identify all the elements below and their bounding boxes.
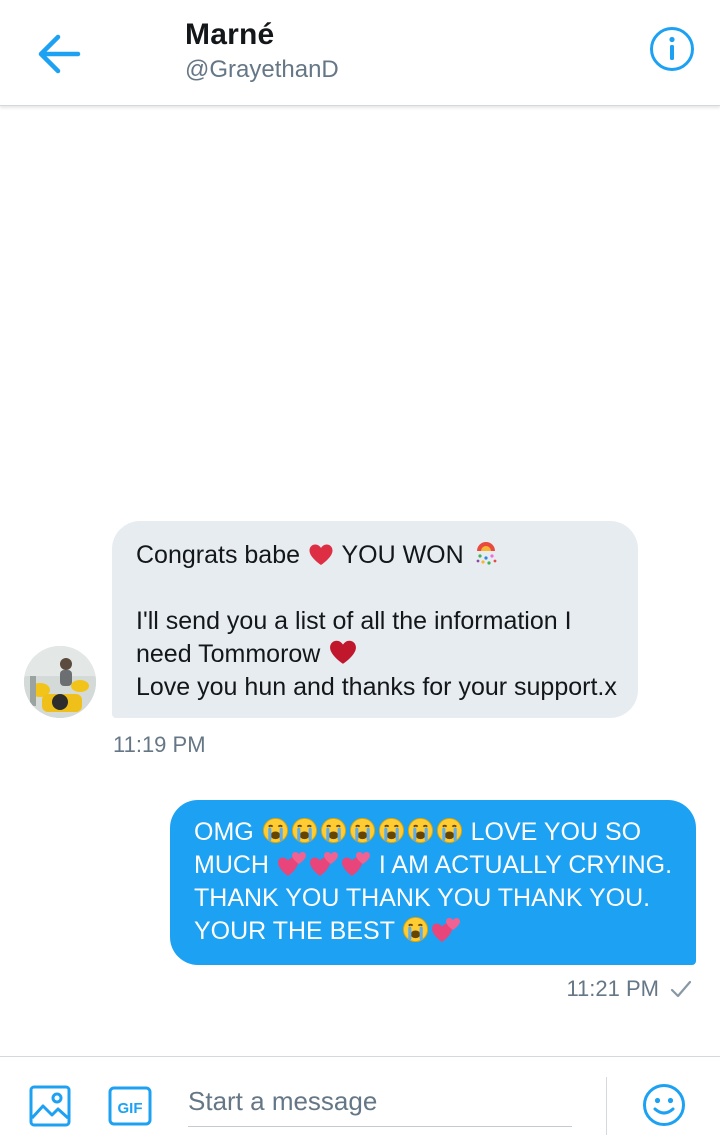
crying-face-icon — [262, 817, 289, 844]
message-line: need Tommorow — [136, 638, 618, 671]
message-line: MUCH I AM ACTUALLY CRYING. — [194, 851, 673, 879]
crying-face-icon — [407, 817, 434, 844]
crying-face-icon — [349, 817, 376, 844]
back-arrow-icon — [38, 34, 81, 74]
message-line: Congrats babe YOU WON — [136, 539, 618, 572]
received-timestamp: 11:19 PM — [113, 732, 206, 757]
confetti-icon — [472, 539, 500, 567]
crying-face-icon — [402, 916, 429, 943]
checkmark-icon — [670, 980, 692, 998]
conversation-info-button[interactable] — [648, 25, 696, 73]
two-hearts-icon — [309, 851, 339, 877]
message-line: OMG LOVE YOU SO — [194, 817, 642, 846]
emoji-picker-button[interactable] — [642, 1083, 686, 1127]
two-hearts-icon — [277, 851, 307, 877]
message-composer: GIF — [0, 1056, 720, 1148]
dm-conversation-screen: Marné @GrayethanD Congrats babe YOU WON — [0, 0, 720, 1148]
composer-divider — [606, 1077, 607, 1135]
smiley-icon — [643, 1084, 685, 1126]
message-line: THANK YOU THANK YOU THANK YOU. — [194, 884, 651, 912]
add-photo-button[interactable] — [29, 1085, 71, 1127]
red-heart-icon — [308, 543, 334, 567]
message-line: YOUR THE BEST — [194, 915, 678, 948]
message-input[interactable] — [188, 1077, 572, 1127]
sent-status-row: 11:21 PM — [566, 976, 693, 1002]
gif-icon: GIF — [108, 1086, 152, 1126]
message-line: I'll send you a list of all the informat… — [136, 607, 572, 635]
sent-timestamp: 11:21 PM — [566, 976, 659, 1001]
two-hearts-emoji-run — [276, 851, 372, 879]
contact-name: Marné — [185, 18, 275, 51]
red-heart-icon — [328, 639, 358, 666]
received-message-bubble[interactable]: Congrats babe YOU WON I'll send you a li… — [112, 521, 638, 718]
sent-message-bubble[interactable]: OMG LOVE YOU SO MUCH I AM ACTUALLY CRYIN… — [170, 800, 696, 965]
message-line: Love you hun and thanks for your support… — [136, 673, 617, 701]
crying-face-icon — [378, 817, 405, 844]
conversation-header: Marné @GrayethanD — [0, 0, 720, 106]
two-hearts-icon — [341, 851, 371, 877]
contact-avatar[interactable] — [24, 646, 96, 718]
contact-handle: @GrayethanD — [185, 56, 339, 83]
contact-title-block[interactable]: Marné @GrayethanD — [185, 18, 339, 84]
crying-face-icon — [291, 817, 318, 844]
gif-label: GIF — [118, 1100, 143, 1117]
image-icon — [29, 1085, 71, 1127]
crying-face-icon — [436, 817, 463, 844]
add-gif-button[interactable]: GIF — [108, 1086, 152, 1126]
crying-face-icon — [320, 817, 347, 844]
info-icon — [650, 27, 694, 71]
back-button[interactable] — [28, 24, 88, 84]
crying-emoji-run — [261, 817, 464, 846]
two-hearts-icon — [431, 917, 461, 943]
